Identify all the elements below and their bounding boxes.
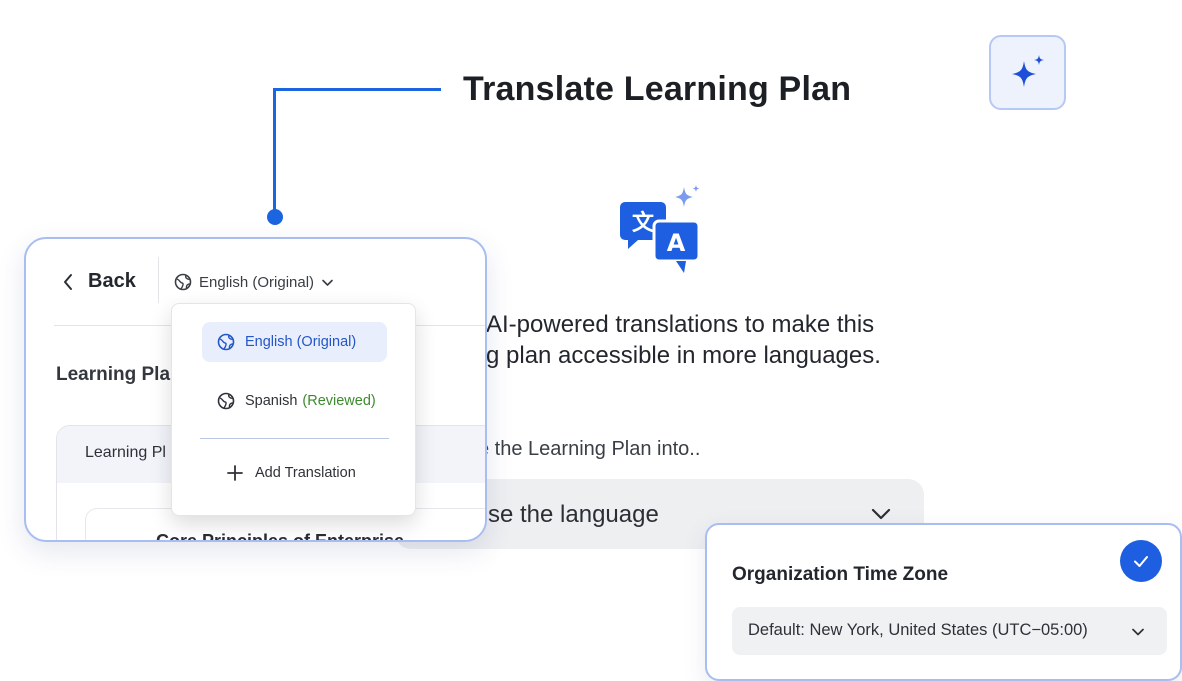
connector-line-horizontal <box>273 88 441 91</box>
chevron-down-icon <box>322 279 333 286</box>
language-select-placeholder: se the language <box>488 501 659 528</box>
add-translation-button[interactable]: Add Translation <box>227 465 356 481</box>
timezone-value: Default: New York, United States (UTC−05… <box>748 621 1088 639</box>
description-line-1: AI-powered translations to make this <box>486 311 875 338</box>
chevron-down-icon <box>871 508 891 520</box>
language-switcher[interactable]: English (Original) <box>174 273 334 291</box>
card-header-label: Learning Pl <box>85 444 166 461</box>
description-line-2: g plan accessible in more languages. <box>486 342 881 369</box>
timezone-card: Organization Time Zone Default: New York… <box>705 523 1182 681</box>
description: AI-powered translations to make this g p… <box>486 309 881 371</box>
menu-item-label: English (Original) <box>245 334 357 350</box>
svg-text:A: A <box>667 229 686 257</box>
confirmed-badge <box>1120 540 1162 582</box>
globe-icon <box>217 392 235 410</box>
ai-sparkle-button[interactable] <box>989 35 1066 110</box>
language-menu: English (Original) Spanish (Reviewed) Ad… <box>171 303 416 516</box>
chevron-left-icon <box>64 273 72 290</box>
menu-divider <box>200 438 389 439</box>
globe-icon <box>217 333 235 351</box>
translate-icon: 文 A <box>620 185 701 273</box>
menu-item-english[interactable]: English (Original) <box>202 322 387 362</box>
timezone-select[interactable]: Default: New York, United States (UTC−05… <box>732 607 1167 655</box>
timezone-title: Organization Time Zone <box>732 564 949 585</box>
check-icon <box>1134 556 1148 567</box>
back-button[interactable]: Back <box>62 270 136 293</box>
chevron-down-icon <box>1132 628 1144 636</box>
menu-item-label: Spanish <box>245 393 298 409</box>
translate-into-label: e the Learning Plan into.. <box>478 438 701 460</box>
connector-dot <box>267 209 283 225</box>
page-title: Translate Learning Plan <box>463 70 852 108</box>
card-item-title: Core Principles of Enterprise <box>156 531 405 542</box>
connector-line-vertical <box>273 88 276 216</box>
current-language-label: English (Original) <box>199 273 315 291</box>
globe-icon <box>174 273 192 291</box>
svg-text:文: 文 <box>632 210 655 236</box>
panel-section-title: Learning Pla <box>56 364 171 385</box>
back-label: Back <box>88 270 136 292</box>
header-divider <box>158 257 159 303</box>
menu-item-spanish[interactable]: Spanish (Reviewed) <box>202 381 387 421</box>
add-translation-label: Add Translation <box>255 465 356 481</box>
sparkle-icon <box>1011 54 1044 87</box>
plus-icon <box>227 465 243 481</box>
reviewed-status: (Reviewed) <box>302 393 376 409</box>
